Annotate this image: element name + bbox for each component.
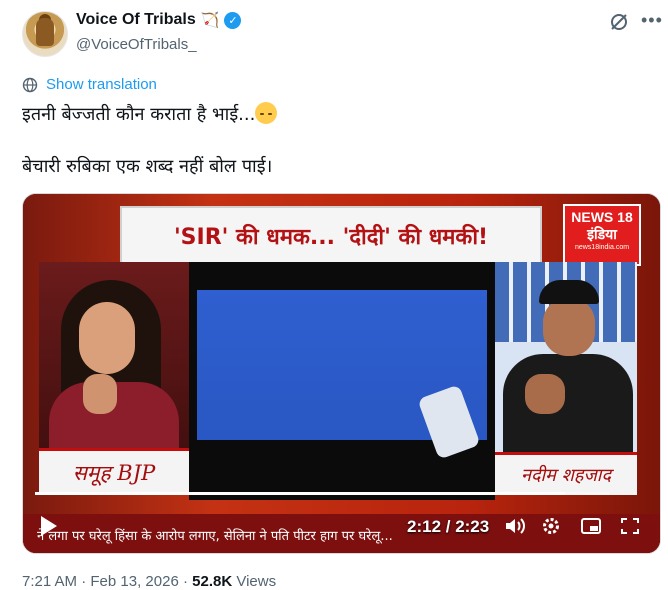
news-ticker: ने लगा पर घरेलू हिंसा के आरोप लगाए, सेलि… bbox=[23, 514, 660, 553]
news-ticker-text: ने लगा पर घरेलू हिंसा के आरोप लगाए, सेलि… bbox=[37, 529, 393, 544]
bow-and-arrow-icon: 🏹 bbox=[200, 12, 220, 29]
picture-in-picture-icon[interactable] bbox=[581, 518, 601, 534]
guest-cap bbox=[539, 280, 599, 304]
views-label: Views bbox=[236, 573, 277, 590]
tweet-date[interactable]: Feb 13, 2026 bbox=[90, 573, 178, 590]
caption-right: नदीम शहजाद bbox=[495, 452, 637, 495]
center-screen-panel bbox=[189, 262, 495, 500]
video-player[interactable]: 'SIR' की धमक... 'दीदी' की धमकी! NEWS 18 … bbox=[22, 193, 661, 554]
views-count: 52.8K bbox=[192, 573, 233, 590]
play-icon[interactable] bbox=[41, 516, 57, 536]
video-time: 2:12 / 2:23 bbox=[407, 517, 490, 536]
more-options-icon[interactable]: ••• bbox=[641, 10, 663, 31]
author-name-row[interactable]: Voice Of Tribals 🏹 ✓ bbox=[76, 11, 242, 29]
grok-icon[interactable] bbox=[609, 12, 629, 32]
tweet-meta: 7:21 AM · Feb 13, 2026 · 52.8K Views bbox=[22, 573, 277, 590]
logo-line-3: news18india.com bbox=[574, 244, 630, 251]
author-display-name[interactable]: Voice Of Tribals bbox=[76, 11, 196, 29]
logo-line-1: NEWS 18 bbox=[571, 209, 633, 225]
tweet-text-line-1-text: इतनी बेज्जती कौन कराता है भाई... bbox=[22, 104, 256, 125]
video-progress-fill bbox=[35, 492, 565, 495]
show-translation-link[interactable]: Show translation bbox=[22, 76, 157, 93]
show-translation-label[interactable]: Show translation bbox=[46, 76, 157, 93]
guest-face bbox=[543, 298, 595, 356]
globe-icon bbox=[22, 77, 38, 92]
guest-fist bbox=[525, 374, 565, 414]
video-frame: 'SIR' की धमक... 'दीदी' की धमकी! NEWS 18 … bbox=[23, 194, 660, 553]
volume-icon[interactable] bbox=[504, 516, 526, 536]
caption-left: समूह BJP bbox=[39, 448, 189, 495]
anchor-hand bbox=[83, 374, 117, 414]
tweet-time[interactable]: 7:21 AM bbox=[22, 573, 77, 590]
video-headline: 'SIR' की धमक... 'दीदी' की धमकी! bbox=[120, 206, 542, 266]
anchor-face bbox=[79, 302, 135, 374]
settings-icon[interactable] bbox=[541, 516, 561, 536]
verified-badge-icon[interactable]: ✓ bbox=[224, 11, 242, 29]
fullscreen-icon[interactable] bbox=[620, 517, 640, 535]
tweet-text-line-1: इतनी बेज्जती कौन कराता है भाई... bbox=[22, 102, 278, 126]
news18-india-logo: NEWS 18 इंडिया news18india.com bbox=[563, 204, 641, 266]
pensive-face-emoji bbox=[255, 102, 278, 124]
video-progress-bar[interactable] bbox=[35, 492, 609, 495]
tweet-text-line-2: बेचारी रुबिका एक शब्द नहीं बोल पाई। bbox=[22, 156, 273, 177]
author-handle[interactable]: @VoiceOfTribals_ bbox=[76, 36, 197, 53]
avatar[interactable] bbox=[22, 11, 68, 57]
logo-line-2: इंडिया bbox=[587, 227, 617, 243]
avatar-figure bbox=[36, 18, 54, 46]
